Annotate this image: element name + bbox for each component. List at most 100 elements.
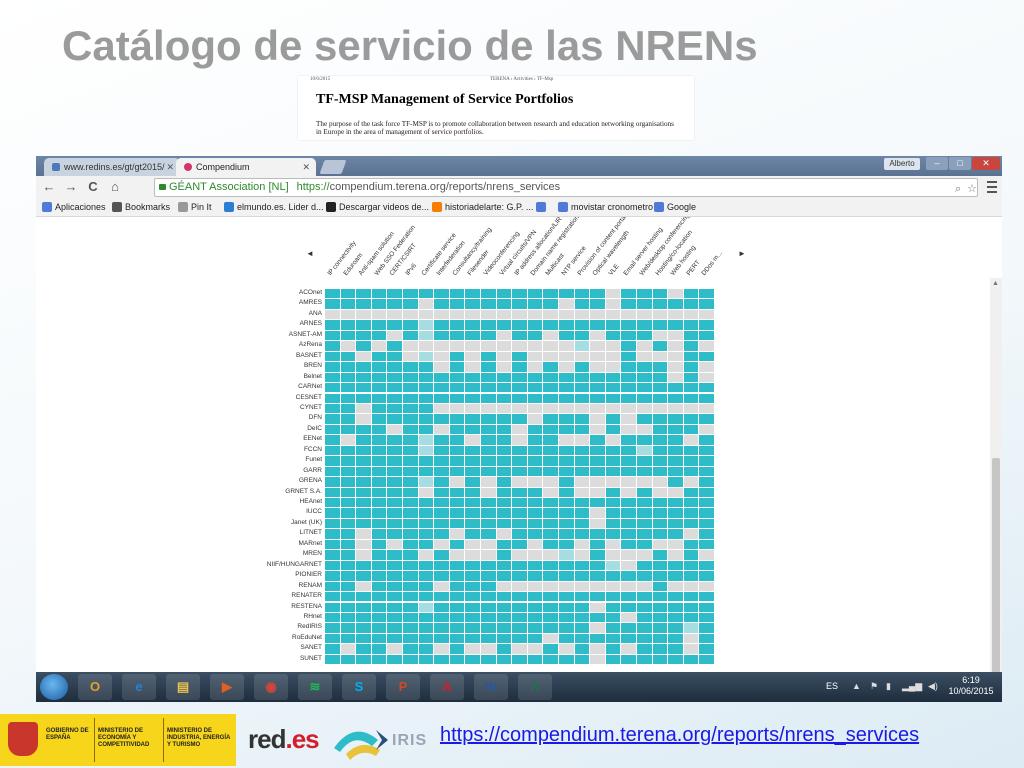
matrix-cell[interactable] [590, 414, 605, 424]
matrix-cell[interactable] [434, 571, 449, 581]
matrix-cell[interactable] [559, 612, 574, 623]
matrix-cell[interactable] [668, 424, 683, 435]
matrix-cell[interactable] [434, 424, 449, 435]
matrix-cell[interactable] [527, 414, 543, 424]
matrix-cell[interactable] [652, 372, 668, 383]
matrix-cell[interactable] [621, 592, 636, 602]
matrix-cell[interactable] [340, 508, 356, 518]
matrix-cell[interactable] [371, 602, 387, 612]
matrix-cell[interactable] [481, 592, 496, 602]
matrix-cell[interactable] [496, 445, 512, 456]
matrix-cell[interactable] [325, 592, 340, 602]
matrix-cell[interactable] [496, 518, 512, 529]
matrix-cell[interactable] [543, 456, 558, 466]
matrix-cell[interactable] [434, 560, 449, 571]
matrix-cell[interactable] [371, 289, 387, 299]
matrix-cell[interactable] [449, 487, 465, 497]
matrix-cell[interactable] [371, 518, 387, 529]
matrix-cell[interactable] [559, 309, 574, 320]
language-indicator[interactable]: ES [826, 681, 838, 691]
nren-row-label[interactable]: AzRena [266, 341, 322, 348]
nren-row-label[interactable]: AMRES [266, 299, 322, 306]
matrix-cell[interactable] [512, 623, 527, 633]
matrix-cell[interactable] [481, 309, 496, 320]
nren-row-label[interactable]: MREN [266, 550, 322, 557]
tab-compendium[interactable]: Compendium ✕ [176, 158, 316, 176]
matrix-cell[interactable] [559, 529, 574, 539]
matrix-cell[interactable] [621, 654, 636, 665]
skype-taskbar-icon[interactable]: S [342, 674, 376, 700]
matrix-cell[interactable] [590, 299, 605, 309]
nren-row-label[interactable]: SANET [266, 644, 322, 651]
matrix-cell[interactable] [605, 424, 621, 435]
matrix-cell[interactable] [418, 550, 434, 560]
matrix-cell[interactable] [527, 403, 543, 414]
matrix-cell[interactable] [668, 529, 683, 539]
matrix-cell[interactable] [574, 529, 590, 539]
matrix-cell[interactable] [699, 403, 714, 414]
matrix-cell[interactable] [527, 550, 543, 560]
matrix-cell[interactable] [481, 518, 496, 529]
matrix-cell[interactable] [371, 372, 387, 383]
matrix-cell[interactable] [496, 508, 512, 518]
matrix-cell[interactable] [449, 612, 465, 623]
matrix-cell[interactable] [699, 529, 714, 539]
matrix-cell[interactable] [325, 309, 340, 320]
matrix-cell[interactable] [637, 623, 652, 633]
matrix-cell[interactable] [434, 289, 449, 299]
matrix-cell[interactable] [356, 644, 371, 654]
matrix-cell[interactable] [418, 466, 434, 477]
matrix-cell[interactable] [668, 362, 683, 372]
matrix-cell[interactable] [403, 644, 418, 654]
matrix-cell[interactable] [481, 571, 496, 581]
matrix-cell[interactable] [325, 633, 340, 644]
matrix-cell[interactable] [387, 424, 402, 435]
matrix-cell[interactable] [340, 654, 356, 665]
search-icon[interactable]: ⌕ [955, 181, 961, 198]
matrix-cell[interactable] [325, 498, 340, 508]
matrix-cell[interactable] [434, 592, 449, 602]
matrix-cell[interactable] [449, 309, 465, 320]
matrix-cell[interactable] [434, 487, 449, 497]
matrix-cell[interactable] [496, 299, 512, 309]
matrix-cell[interactable] [699, 362, 714, 372]
matrix-cell[interactable] [325, 487, 340, 497]
matrix-cell[interactable] [683, 529, 699, 539]
matrix-cell[interactable] [387, 592, 402, 602]
matrix-cell[interactable] [559, 445, 574, 456]
matrix-cell[interactable] [543, 466, 558, 477]
matrix-cell[interactable] [449, 289, 465, 299]
matrix-cell[interactable] [449, 362, 465, 372]
matrix-cell[interactable] [340, 612, 356, 623]
matrix-cell[interactable] [621, 341, 636, 351]
matrix-cell[interactable] [387, 330, 402, 341]
matrix-cell[interactable] [387, 602, 402, 612]
matrix-cell[interactable] [387, 633, 402, 644]
matrix-cell[interactable] [481, 623, 496, 633]
matrix-cell[interactable] [465, 612, 480, 623]
matrix-cell[interactable] [481, 393, 496, 403]
matrix-cell[interactable] [574, 644, 590, 654]
matrix-cell[interactable] [683, 623, 699, 633]
matrix-cell[interactable] [449, 498, 465, 508]
matrix-cell[interactable] [325, 403, 340, 414]
matrix-cell[interactable] [403, 309, 418, 320]
matrix-cell[interactable] [637, 445, 652, 456]
matrix-cell[interactable] [496, 372, 512, 383]
matrix-cell[interactable] [559, 477, 574, 487]
matrix-cell[interactable] [621, 393, 636, 403]
matrix-cell[interactable] [387, 539, 402, 550]
matrix-cell[interactable] [699, 602, 714, 612]
matrix-cell[interactable] [590, 403, 605, 414]
matrix-cell[interactable] [403, 612, 418, 623]
matrix-cell[interactable] [527, 612, 543, 623]
compendium-link[interactable]: https://compendium.terena.org/reports/nr… [440, 724, 919, 747]
matrix-cell[interactable] [527, 309, 543, 320]
matrix-cell[interactable] [574, 571, 590, 581]
matrix-cell[interactable] [340, 289, 356, 299]
spotify-taskbar-icon[interactable]: ≋ [298, 674, 332, 700]
matrix-cell[interactable] [387, 320, 402, 330]
matrix-cell[interactable] [543, 372, 558, 383]
matrix-cell[interactable] [652, 529, 668, 539]
matrix-cell[interactable] [683, 644, 699, 654]
